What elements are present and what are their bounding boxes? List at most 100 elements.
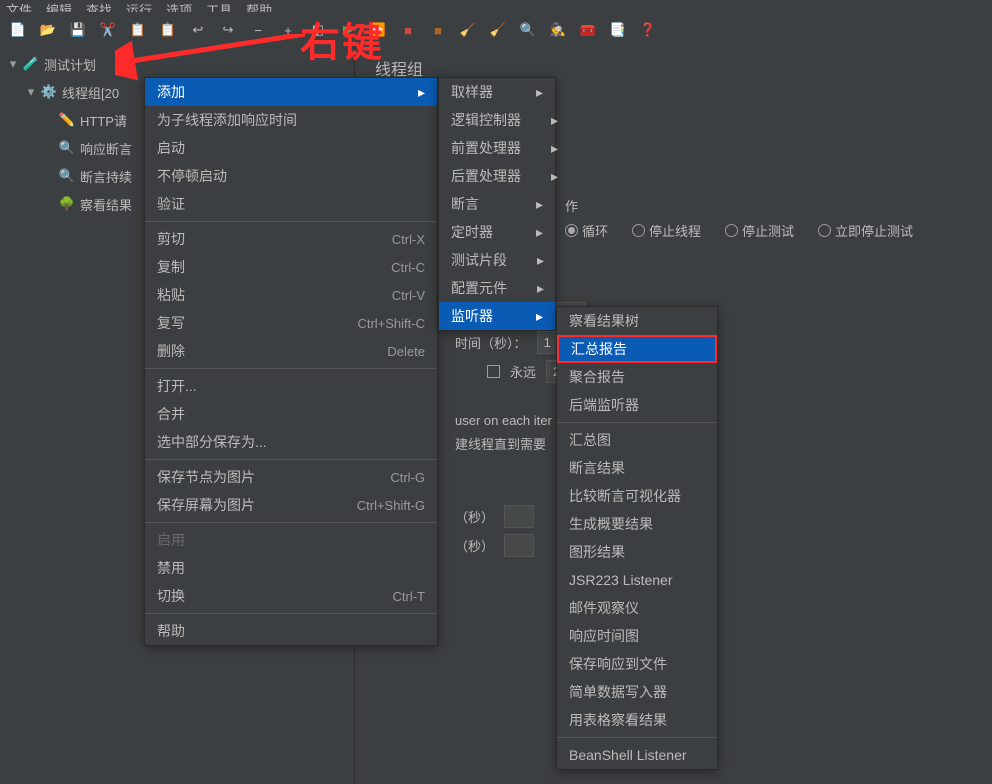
- menu-item[interactable]: 验证: [145, 190, 437, 218]
- functions-icon[interactable]: 🧰: [578, 20, 598, 40]
- menu-item[interactable]: 前置处理器▸: [439, 134, 555, 162]
- menu-item[interactable]: 配置元件▸: [439, 274, 555, 302]
- find-icon[interactable]: 🕵️: [548, 20, 568, 40]
- radio-stop-test[interactable]: 停止测试: [725, 221, 794, 240]
- menu-item[interactable]: 合并: [145, 400, 437, 428]
- menu-item-label: 验证: [157, 194, 185, 214]
- menubar-item[interactable]: 选项: [166, 0, 192, 12]
- menu-item[interactable]: 生成概要结果: [557, 510, 717, 538]
- separator: [557, 422, 717, 423]
- search-icon[interactable]: 🔍: [518, 20, 538, 40]
- context-menu-main[interactable]: 添加▸为子线程添加响应时间启动不停顿启动验证剪切Ctrl-X复制Ctrl-C粘贴…: [144, 77, 438, 646]
- menu-item-label: 汇总图: [569, 430, 611, 450]
- radio-continue[interactable]: 循环: [565, 221, 608, 240]
- zoom-out-icon[interactable]: −: [248, 20, 268, 40]
- menu-item-label: 禁用: [157, 558, 185, 578]
- menu-item[interactable]: 打开...: [145, 372, 437, 400]
- menu-item[interactable]: 聚合报告: [557, 363, 717, 391]
- menu-item[interactable]: 禁用: [145, 554, 437, 582]
- menu-item[interactable]: 复制Ctrl-C: [145, 253, 437, 281]
- input-seconds2[interactable]: [504, 534, 534, 557]
- menu-item[interactable]: 启动: [145, 134, 437, 162]
- menu-item[interactable]: 保存响应到文件: [557, 650, 717, 678]
- menu-item[interactable]: 删除 Delete: [145, 337, 437, 365]
- menu-item[interactable]: 帮助: [145, 617, 437, 645]
- radio-stop-thread[interactable]: 停止线程: [632, 221, 701, 240]
- menu-item[interactable]: 选中部分保存为...: [145, 428, 437, 456]
- zoom-in-icon[interactable]: +: [278, 20, 298, 40]
- clear-all-icon[interactable]: 🧹: [488, 20, 508, 40]
- menu-item[interactable]: 后端监听器: [557, 391, 717, 419]
- menu-item[interactable]: 保存屏幕为图片Ctrl+Shift-G: [145, 491, 437, 519]
- menubar-item[interactable]: 编辑: [46, 0, 72, 12]
- menu-item-label: 配置元件: [451, 278, 507, 298]
- shortcut-text: Ctrl+Shift-C: [357, 316, 425, 331]
- menu-item[interactable]: JSR223 Listener: [557, 566, 717, 594]
- menu-item-label: 聚合报告: [569, 367, 625, 387]
- menu-bar[interactable]: 文件 编辑 查找 运行 选项 工具 帮助: [0, 0, 992, 12]
- menu-item[interactable]: 不停顿启动: [145, 162, 437, 190]
- radio-stop-now[interactable]: 立即停止测试: [818, 221, 913, 240]
- report-icon[interactable]: 📑: [608, 20, 628, 40]
- separator: [145, 368, 437, 369]
- menu-item[interactable]: 添加▸: [145, 78, 437, 106]
- menu-item[interactable]: BeanShell Listener: [557, 741, 717, 769]
- menu-item[interactable]: 断言结果: [557, 454, 717, 482]
- chevron-down-icon[interactable]: ▾: [6, 56, 20, 72]
- menu-item[interactable]: 逻辑控制器▸: [439, 106, 555, 134]
- redo-icon[interactable]: ↪: [218, 20, 238, 40]
- menu-item[interactable]: 断言▸: [439, 190, 555, 218]
- copy-icon[interactable]: 📋: [128, 20, 148, 40]
- annotation-text: 右键: [300, 10, 384, 68]
- menubar-item[interactable]: 运行: [126, 0, 152, 12]
- undo-icon[interactable]: ↩: [188, 20, 208, 40]
- menu-item[interactable]: 为子线程添加响应时间: [145, 106, 437, 134]
- menubar-item[interactable]: 工具: [206, 0, 232, 12]
- submenu-listener[interactable]: 察看结果树汇总报告聚合报告后端监听器汇总图断言结果比较断言可视化器生成概要结果图…: [556, 306, 718, 770]
- menu-item-label: 汇总报告: [571, 339, 627, 359]
- menu-item[interactable]: 测试片段▸: [439, 246, 555, 274]
- menu-item[interactable]: 汇总报告: [557, 335, 717, 363]
- menu-item[interactable]: 后置处理器▸: [439, 162, 555, 190]
- clear-icon[interactable]: 🧹: [458, 20, 478, 40]
- menu-item[interactable]: 邮件观察仪: [557, 594, 717, 622]
- toolbar[interactable]: 📄 📂 💾 ✂️ 📋 📋 ↩ ↪ − + ◧ ▶ ⏩ ■ ■ 🧹 🧹 🔍 🕵️ …: [0, 12, 992, 48]
- flask-icon: 🧪: [22, 56, 40, 72]
- menu-item[interactable]: 粘贴Ctrl-V: [145, 281, 437, 309]
- open-folder-icon[interactable]: 📂: [38, 20, 58, 40]
- forever-checkbox[interactable]: [487, 365, 500, 378]
- input-seconds1[interactable]: [504, 505, 534, 528]
- menu-item[interactable]: 保存节点为图片Ctrl-G: [145, 463, 437, 491]
- submenu-add[interactable]: 取样器▸逻辑控制器▸前置处理器▸后置处理器▸断言▸定时器▸测试片段▸配置元件▸监…: [438, 77, 556, 331]
- seconds-label: （秒）: [455, 536, 494, 555]
- menu-item[interactable]: 图形结果: [557, 538, 717, 566]
- shutdown-icon[interactable]: ■: [428, 20, 448, 40]
- menu-item[interactable]: 复写Ctrl+Shift-C: [145, 309, 437, 337]
- menu-item[interactable]: 用表格察看结果: [557, 706, 717, 734]
- menu-item-label: 逻辑控制器: [451, 110, 521, 130]
- menu-item-label: 删除: [157, 341, 185, 361]
- menu-item[interactable]: 切换Ctrl-T: [145, 582, 437, 610]
- shortcut-text: Delete: [387, 344, 425, 359]
- menu-item[interactable]: 定时器▸: [439, 218, 555, 246]
- menu-item[interactable]: 剪切Ctrl-X: [145, 225, 437, 253]
- chevron-down-icon[interactable]: ▾: [24, 84, 38, 100]
- help-icon[interactable]: ❓: [638, 20, 658, 40]
- menu-item-label: 添加: [157, 82, 185, 102]
- save-icon[interactable]: 💾: [68, 20, 88, 40]
- paste-icon[interactable]: 📋: [158, 20, 178, 40]
- menu-item[interactable]: 简单数据写入器: [557, 678, 717, 706]
- menu-item[interactable]: 比较断言可视化器: [557, 482, 717, 510]
- menu-item[interactable]: 取样器▸: [439, 78, 555, 106]
- menubar-item[interactable]: 查找: [86, 0, 112, 12]
- menu-item[interactable]: 响应时间图: [557, 622, 717, 650]
- menu-item[interactable]: 察看结果树: [557, 307, 717, 335]
- new-file-icon[interactable]: 📄: [8, 20, 28, 40]
- menubar-item[interactable]: 帮助: [246, 0, 272, 12]
- time-label: 时间（秒）：: [455, 333, 527, 352]
- cut-icon[interactable]: ✂️: [98, 20, 118, 40]
- stop-icon[interactable]: ■: [398, 20, 418, 40]
- menu-item[interactable]: 汇总图: [557, 426, 717, 454]
- menubar-item[interactable]: 文件: [6, 0, 32, 12]
- menu-item[interactable]: 监听器▸: [439, 302, 555, 330]
